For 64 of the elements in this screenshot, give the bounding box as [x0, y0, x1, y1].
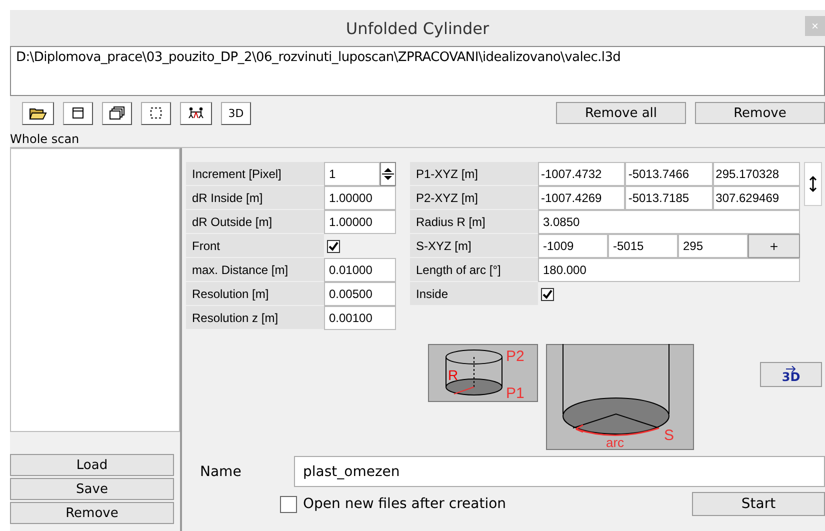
- checkbox-label: Open new files after creation: [303, 496, 506, 512]
- add-button[interactable]: +: [748, 234, 800, 258]
- name-label: Name: [199, 464, 242, 480]
- open-folder-button[interactable]: [22, 102, 54, 124]
- remove-button[interactable]: Remove: [695, 102, 825, 124]
- param-label: Resolution [m]: [186, 282, 324, 306]
- param-label: max. Distance [m]: [186, 258, 324, 282]
- figures-icon: [187, 107, 205, 119]
- window-title: Unfolded Cylinder: [346, 18, 490, 38]
- windows-button[interactable]: [102, 102, 132, 124]
- param-field[interactable]: 1.00000: [324, 186, 396, 210]
- geometry-label: S-XYZ [m]: [410, 234, 538, 258]
- param-label: Front: [186, 234, 324, 258]
- scan-label: Whole scan: [10, 131, 80, 147]
- geometry-label: Inside: [410, 282, 538, 306]
- start-button[interactable]: Start: [692, 492, 825, 516]
- coordinate-field[interactable]: 295.170328: [712, 162, 800, 186]
- geometry-field[interactable]: 180.000: [538, 258, 800, 282]
- coordinate-field[interactable]: -5013.7466: [625, 162, 713, 186]
- param-label: dR Outside [m]: [186, 210, 324, 234]
- param-field[interactable]: 0.00100: [324, 306, 396, 330]
- param-field[interactable]: 0.01000: [324, 258, 396, 282]
- arc-diagram: arc S: [546, 344, 694, 450]
- geometry-field[interactable]: 3.0850: [538, 210, 800, 234]
- coordinate-field[interactable]: -5013.7185: [625, 186, 713, 210]
- file-path-field[interactable]: D:\Diplomova_prace\03_pouzito_DP_2\06_rozvinuti_luposcan\ZPRACOVANI\idealizovano\valec.l3d: [10, 46, 825, 96]
- arrow-icon: [786, 366, 796, 372]
- stacked-windows-icon: [109, 106, 125, 120]
- param-field[interactable]: 0.00500: [324, 282, 396, 306]
- coordinate-field[interactable]: -5015: [608, 234, 678, 258]
- window-icon: [72, 107, 84, 119]
- checkbox[interactable]: [327, 240, 340, 252]
- swap-button[interactable]: [804, 162, 822, 206]
- folder-icon: [29, 106, 47, 120]
- spin-arrows-icon[interactable]: [380, 162, 396, 186]
- coordinate-field[interactable]: 307.629469: [712, 186, 800, 210]
- remove-all-button[interactable]: Remove all: [556, 102, 686, 124]
- figures-button[interactable]: [180, 102, 212, 124]
- coordinate-field[interactable]: -1007.4269: [538, 186, 626, 210]
- param-label: Increment [Pixel]: [186, 162, 324, 186]
- selection-button[interactable]: [141, 102, 171, 124]
- geometry-label: P2-XYZ [m]: [410, 186, 538, 210]
- side-button[interactable]: Remove: [10, 502, 174, 524]
- checkbox[interactable]: [541, 288, 554, 300]
- side-button[interactable]: Save: [10, 478, 174, 500]
- geometry-label: Radius R [m]: [410, 210, 538, 234]
- cylinder-diagram: P2 P1 R: [428, 344, 538, 402]
- param-label: Resolution z [m]: [186, 306, 324, 330]
- selection-icon: [150, 107, 162, 119]
- side-button[interactable]: Load: [10, 454, 174, 476]
- checkbox[interactable]: [280, 496, 297, 512]
- 3d-view-button[interactable]: 3D: [760, 362, 822, 387]
- name-field[interactable]: plast_omezen: [294, 456, 825, 487]
- increment-field[interactable]: 1: [324, 162, 380, 186]
- up-down-arrow-icon: [809, 175, 817, 193]
- 3d-button[interactable]: 3D: [221, 102, 251, 124]
- geometry-label: Length of arc [°]: [410, 258, 538, 282]
- window-button[interactable]: [63, 102, 93, 124]
- param-field[interactable]: 1.00000: [324, 210, 396, 234]
- coordinate-field[interactable]: 295: [678, 234, 748, 258]
- coordinate-field[interactable]: -1009: [538, 234, 608, 258]
- geometry-label: P1-XYZ [m]: [410, 162, 538, 186]
- param-label: dR Inside [m]: [186, 186, 324, 210]
- coordinate-field[interactable]: -1007.4732: [538, 162, 626, 186]
